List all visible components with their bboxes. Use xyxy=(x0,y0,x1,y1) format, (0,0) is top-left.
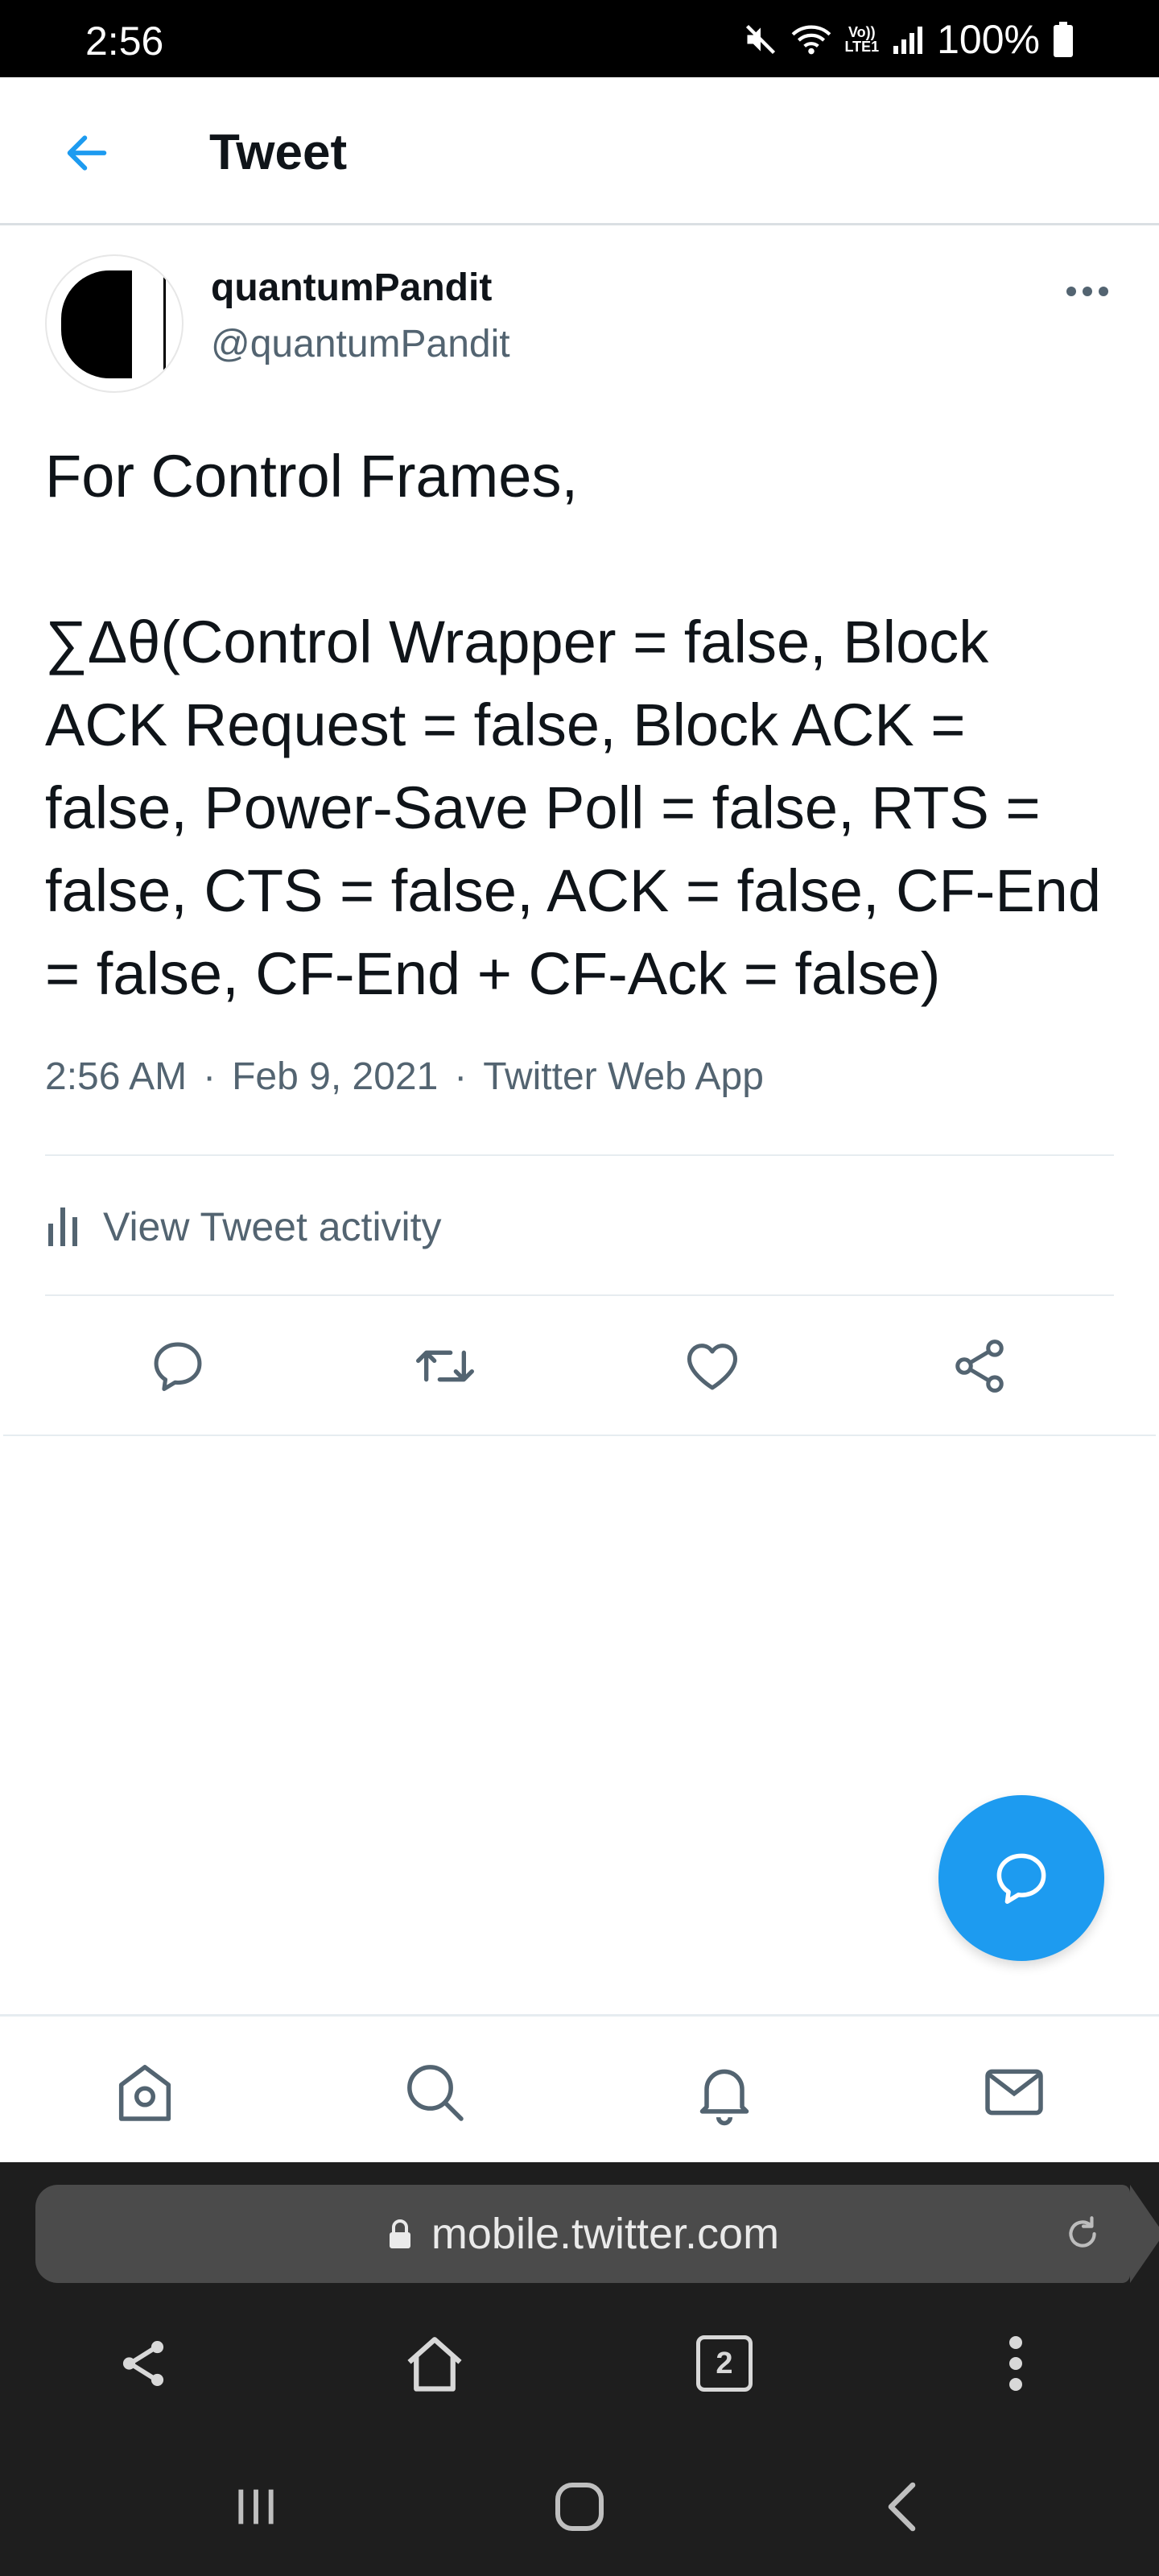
tweet-text-line: For Control Frames, xyxy=(45,443,579,510)
reply-button[interactable] xyxy=(142,1330,214,1402)
home-icon xyxy=(118,2065,171,2121)
recent-apps-icon xyxy=(238,2489,274,2524)
nav-messages[interactable] xyxy=(975,2054,1053,2131)
back-chevron-icon xyxy=(888,2482,916,2532)
mute-icon xyxy=(746,24,776,55)
battery-icon xyxy=(1054,22,1073,57)
tweet-source[interactable]: Twitter Web App xyxy=(483,1055,764,1099)
browser-menu-button[interactable] xyxy=(975,2323,1056,2404)
retweet-icon xyxy=(416,1350,474,1382)
reload-icon[interactable] xyxy=(1062,2214,1103,2254)
more-vertical-icon xyxy=(1009,2336,1022,2391)
nav-search[interactable] xyxy=(396,2054,473,2131)
status-indicators: Vo)) LTE1 100% xyxy=(743,19,1074,60)
avatar[interactable] xyxy=(45,254,184,393)
back-nav-button[interactable] xyxy=(863,2467,943,2547)
meta-separator: · xyxy=(454,1055,468,1098)
battery-percent: 100% xyxy=(937,17,1040,62)
tweet-date: Feb 9, 2021 xyxy=(232,1055,439,1098)
tweet-meta: 2:56 AM · Feb 9, 2021 · Twitter Web App xyxy=(45,1055,764,1099)
home-button[interactable] xyxy=(539,2467,620,2547)
volte-label: Vo)) xyxy=(848,24,876,40)
more-horizontal-icon xyxy=(1066,287,1108,296)
more-options-button[interactable] xyxy=(1056,274,1119,309)
home-icon xyxy=(407,2337,462,2392)
compose-reply-button[interactable] xyxy=(938,1795,1104,1961)
tab-count: 2 xyxy=(696,2335,753,2392)
home-circle-icon xyxy=(555,2483,604,2531)
share-icon xyxy=(955,1340,1004,1393)
author-display-name[interactable]: quantumPandit xyxy=(211,266,492,310)
tweet-actions xyxy=(0,1298,1159,1435)
divider xyxy=(45,1294,1114,1296)
signal-icon xyxy=(893,27,923,54)
reply-icon xyxy=(154,1342,202,1392)
browser-home-button[interactable] xyxy=(394,2323,475,2404)
tweet-time: 2:56 AM xyxy=(45,1055,188,1098)
divider xyxy=(45,1154,1114,1156)
tweet-text-body: ∑Δθ(Control Wrapper = false, Block ACK R… xyxy=(45,609,1118,1007)
share-button[interactable] xyxy=(943,1330,1016,1402)
bell-icon xyxy=(699,2069,749,2126)
compose-reply-icon xyxy=(996,1853,1046,1905)
lte-indicator: Vo)) LTE1 xyxy=(844,25,879,54)
mail-icon xyxy=(985,2069,1043,2116)
divider xyxy=(3,1435,1156,1436)
retweet-button[interactable] xyxy=(409,1330,481,1402)
status-bar: 2:56 Vo)) LTE1 100% xyxy=(0,0,1159,77)
bottom-navigation xyxy=(0,2014,1159,2162)
status-time: 2:56 xyxy=(85,19,164,64)
activity-label: View Tweet activity xyxy=(103,1204,442,1249)
analytics-icon xyxy=(48,1208,77,1246)
view-tweet-activity-link[interactable]: View Tweet activity xyxy=(45,1195,442,1259)
page-title: Tweet xyxy=(209,125,348,180)
heart-icon xyxy=(687,1344,738,1390)
search-icon xyxy=(407,2065,464,2121)
recent-apps-button[interactable] xyxy=(216,2467,296,2547)
tabs-button[interactable]: 2 xyxy=(684,2323,765,2404)
nav-home[interactable] xyxy=(106,2054,184,2131)
lock-icon xyxy=(389,2219,410,2248)
wifi-icon xyxy=(792,25,831,55)
nav-notifications[interactable] xyxy=(686,2054,763,2131)
lte-label: LTE1 xyxy=(844,39,880,55)
browser-share-button[interactable] xyxy=(103,2323,184,2404)
tweet-header: Tweet xyxy=(0,77,1159,225)
arrow-left-icon xyxy=(67,135,107,171)
tweet-text: For Control Frames, ∑Δθ(Control Wrapper … xyxy=(45,435,1116,1015)
url-text: mobile.twitter.com xyxy=(431,2210,780,2258)
browser-toolbar: mobile.twitter.com 2 xyxy=(0,2162,1159,2428)
system-navigation-bar xyxy=(0,2428,1159,2576)
meta-separator: · xyxy=(203,1055,217,1098)
share-icon xyxy=(122,2341,164,2386)
like-button[interactable] xyxy=(676,1330,749,1402)
back-button[interactable] xyxy=(56,122,118,184)
author-handle[interactable]: @quantumPandit xyxy=(211,322,510,366)
address-bar[interactable]: mobile.twitter.com xyxy=(35,2185,1159,2283)
